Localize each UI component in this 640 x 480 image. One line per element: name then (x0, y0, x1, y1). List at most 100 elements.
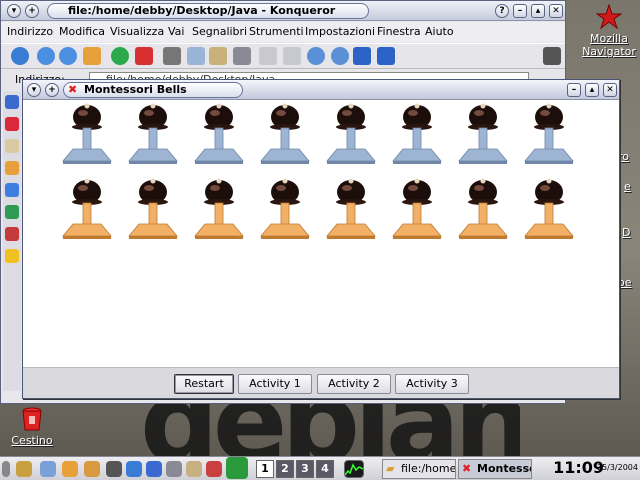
bell-icon (62, 178, 112, 239)
bell-row1-1[interactable] (59, 103, 115, 165)
desktop-icon-trash[interactable]: Cestino (4, 406, 60, 447)
back-icon[interactable] (37, 47, 55, 65)
stop-icon[interactable] (135, 47, 153, 65)
bell-row2-1[interactable] (59, 178, 115, 240)
menu-vai[interactable]: Vai (168, 25, 184, 38)
pager-desktop-1[interactable]: 1 (256, 460, 274, 478)
view-icons-icon[interactable] (353, 47, 371, 65)
restart-button[interactable]: Restart (174, 374, 234, 394)
zoom-in-icon[interactable] (307, 47, 325, 65)
sidebar-document-icon[interactable] (5, 139, 19, 153)
bell-row1-6[interactable] (389, 103, 445, 165)
show-desktop-icon[interactable] (40, 461, 56, 477)
bell-icon (326, 103, 376, 164)
sidebar-history-icon[interactable] (5, 95, 19, 109)
maximize-button[interactable]: ▴ (585, 83, 599, 97)
sticky-button[interactable]: + (25, 4, 39, 18)
office-icon[interactable] (206, 461, 222, 477)
activity-1-button[interactable]: Activity 1 (238, 374, 312, 394)
minimize-button[interactable]: – (567, 83, 581, 97)
task-konqueror[interactable]: ▰ file:/home/ (382, 459, 456, 479)
menu-finestra[interactable]: Finestra (377, 25, 421, 38)
mail-icon[interactable] (126, 461, 142, 477)
window-menu-button[interactable]: ▾ (7, 4, 21, 18)
pager-desktop-3[interactable]: 3 (296, 460, 314, 478)
terminal-icon[interactable] (106, 461, 122, 477)
sidebar-network-icon[interactable] (5, 183, 19, 197)
bell-row1-2[interactable] (125, 103, 181, 165)
navigation-sidebar (3, 91, 21, 391)
minimize-button[interactable]: – (513, 4, 527, 18)
desktop-fragment-2[interactable]: e (624, 180, 631, 193)
close-button[interactable]: ✕ (549, 4, 563, 18)
toolbox-icon[interactable] (226, 457, 248, 479)
sidebar-services-icon[interactable] (5, 227, 19, 241)
bell-row2-3[interactable] (191, 178, 247, 240)
copy-icon[interactable] (187, 47, 205, 65)
help-button[interactable]: ? (495, 4, 509, 18)
new-folder-icon[interactable] (259, 47, 277, 65)
close-button[interactable]: ✕ (603, 83, 617, 97)
desktop-fragment-3[interactable]: D (622, 226, 630, 239)
java-app-icon: ✖ (68, 83, 78, 96)
bell-icon (458, 103, 508, 164)
sticky-button[interactable]: + (45, 83, 59, 97)
window-menu-button[interactable]: ▾ (27, 83, 41, 97)
print-icon[interactable] (233, 47, 251, 65)
activity-2-button[interactable]: Activity 2 (317, 374, 391, 394)
mozilla-star-icon (596, 4, 622, 30)
menu-segnalibri[interactable]: Segnalibri (192, 25, 247, 38)
kde-menu-icon[interactable] (16, 461, 32, 477)
trash-action-icon[interactable] (283, 47, 301, 65)
cut-icon[interactable] (163, 47, 181, 65)
montessori-titlebar[interactable]: ▾ + ✖ Montessori Bells – ▴ ✕ (23, 80, 619, 100)
bell-row2-7[interactable] (455, 178, 511, 240)
menu-visualizza[interactable]: Visualizza (110, 25, 164, 38)
sidebar-bookmarks-icon[interactable] (5, 117, 19, 131)
konqueror-launcher-icon[interactable] (84, 461, 100, 477)
home-folder-icon[interactable] (62, 461, 78, 477)
system-monitor-icon[interactable] (344, 460, 364, 478)
bell-row2-4[interactable] (257, 178, 313, 240)
reload-icon[interactable] (111, 47, 129, 65)
menu-modifica[interactable]: Modifica (59, 25, 105, 38)
bell-row1-7[interactable] (455, 103, 511, 165)
bell-row1-3[interactable] (191, 103, 247, 165)
bell-row1-8[interactable] (521, 103, 577, 165)
zoom-out-icon[interactable] (331, 47, 349, 65)
paste-icon[interactable] (209, 47, 227, 65)
mozilla-label-line2: Navigator (582, 45, 636, 58)
bell-row2-5[interactable] (323, 178, 379, 240)
sidebar-globe-icon[interactable] (5, 205, 19, 219)
menu-impostazioni[interactable]: Impostazioni (305, 25, 375, 38)
bell-row2-2[interactable] (125, 178, 181, 240)
activity-3-button[interactable]: Activity 3 (395, 374, 469, 394)
help-center-icon[interactable] (186, 461, 202, 477)
forward-icon[interactable] (59, 47, 77, 65)
editor-icon[interactable] (146, 461, 162, 477)
bell-row2-8[interactable] (521, 178, 577, 240)
sidebar-home-icon[interactable] (5, 161, 19, 175)
task-montessori[interactable]: ✖ Montesso (458, 459, 532, 479)
bell-row1-5[interactable] (323, 103, 379, 165)
bell-icon (392, 103, 442, 164)
control-center-icon[interactable] (166, 461, 182, 477)
panel-hide-left-icon[interactable] (2, 461, 10, 477)
up-icon[interactable] (11, 47, 29, 65)
bell-icon (62, 103, 112, 164)
menu-strumenti[interactable]: Strumenti (249, 25, 304, 38)
pager-desktop-4[interactable]: 4 (316, 460, 334, 478)
toolbar (1, 43, 565, 69)
pager-desktop-2[interactable]: 2 (276, 460, 294, 478)
menu-indirizzo[interactable]: Indirizzo (7, 25, 53, 38)
desktop-fragment-4[interactable]: oe (618, 276, 632, 289)
home-icon[interactable] (83, 47, 101, 65)
menu-aiuto[interactable]: Aiuto (425, 25, 454, 38)
view-detail-icon[interactable] (377, 47, 395, 65)
bell-row1-4[interactable] (257, 103, 313, 165)
konqueror-titlebar[interactable]: ▾ + file:/home/debby/Desktop/Java - Konq… (1, 1, 565, 21)
desktop-icon-mozilla[interactable]: Mozilla Navigator (578, 4, 640, 58)
sidebar-favorites-icon[interactable] (5, 249, 19, 263)
maximize-button[interactable]: ▴ (531, 4, 545, 18)
bell-row2-6[interactable] (389, 178, 445, 240)
